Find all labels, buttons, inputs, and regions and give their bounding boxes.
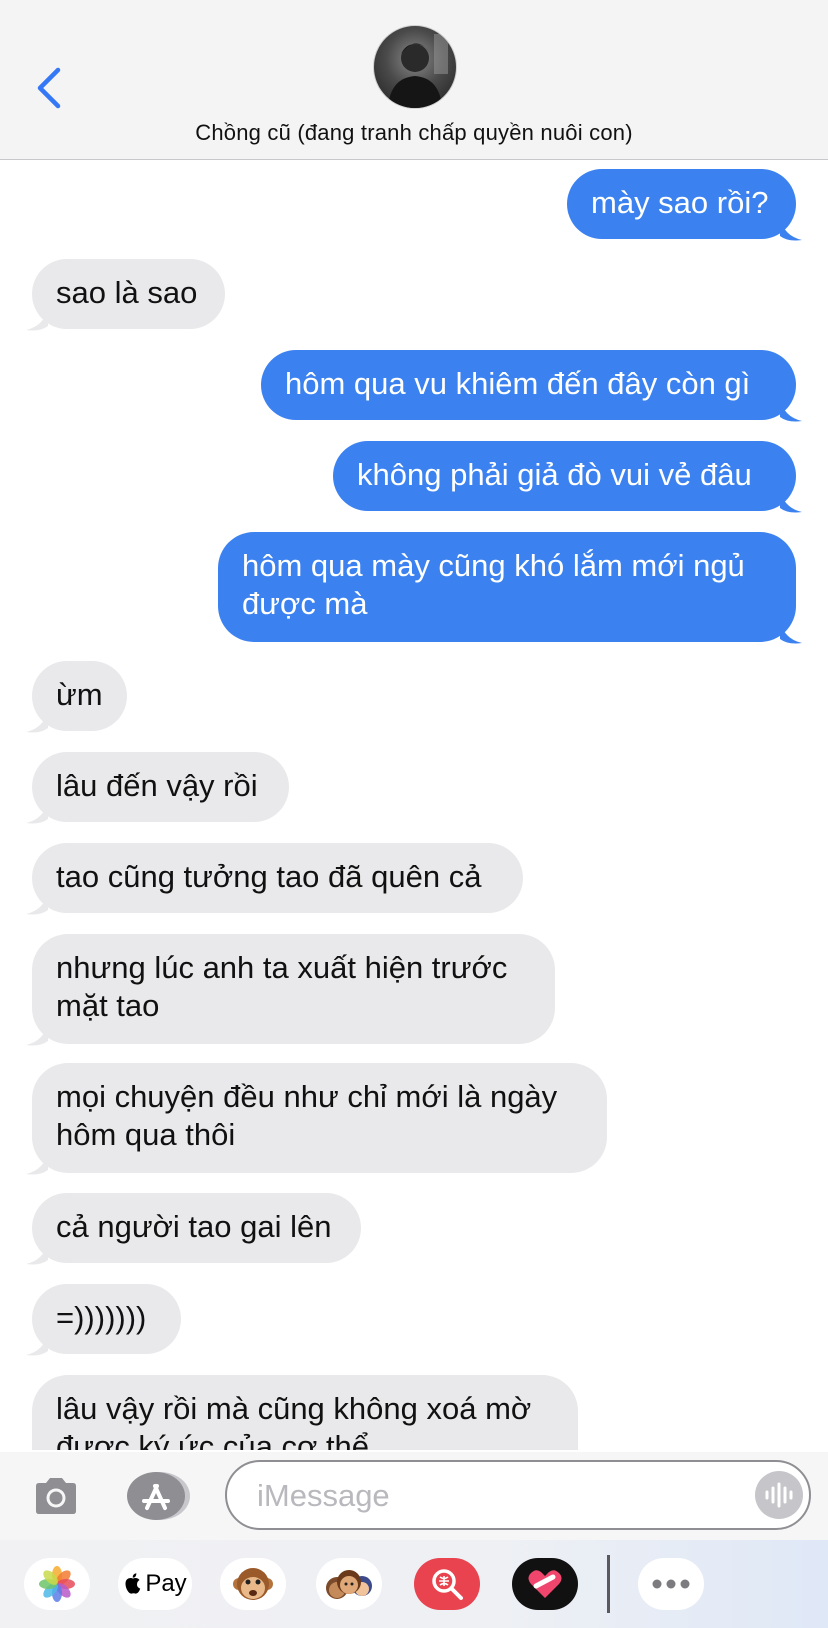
camera-icon (36, 1478, 76, 1514)
message-bubble-outgoing[interactable]: hôm qua vu khiêm đến đây còn gì (261, 350, 796, 420)
image-search-icon (432, 1569, 463, 1600)
message-text: không phải giả đò vui vẻ đâu (357, 457, 752, 492)
message-text: lâu đến vậy rồi (56, 768, 258, 803)
bubble-tail (26, 892, 48, 915)
apple-logo-icon (125, 1573, 141, 1594)
message-input-placeholder: iMessage (257, 1478, 390, 1513)
back-button[interactable] (30, 62, 66, 114)
message-text: =))))))) (56, 1300, 147, 1335)
apple-pay-button[interactable]: Pay (118, 1558, 192, 1610)
message-text-line: được ký ức của cơ thể (56, 1429, 370, 1450)
memoji-stickers-button[interactable] (316, 1558, 382, 1610)
image-search-button[interactable] (414, 1558, 480, 1610)
waveform-icon (765, 1482, 793, 1508)
message-bubble-outgoing[interactable]: mày sao rồi? (567, 169, 796, 239)
voice-message-button[interactable] (755, 1471, 803, 1519)
bubble-tail (26, 1242, 48, 1265)
message-bubble-incoming[interactable]: cả người tao gai lên (32, 1193, 361, 1263)
message-bubble-outgoing[interactable]: không phải giả đò vui vẻ đâu (333, 441, 796, 511)
bubble-tail (26, 710, 48, 733)
apple-pay-label: Pay (145, 1570, 187, 1597)
more-apps-button[interactable] (638, 1558, 704, 1610)
message-bubble-incoming[interactable]: lâu vậy rồi mà cũng không xoá mờ được ký… (32, 1375, 578, 1450)
message-bubble-incoming[interactable]: nhưng lúc anh ta xuất hiện trước mặt tao (32, 934, 555, 1044)
camera-button[interactable] (30, 1470, 82, 1522)
avatar-photo (388, 34, 448, 108)
bubble-tail (780, 621, 802, 644)
message-text-line: mọi chuyện đều như chỉ mới là ngày (56, 1079, 558, 1114)
monkey-memoji-icon (233, 1568, 273, 1600)
bubble-tail (780, 399, 802, 422)
message-text: tao cũng tưởng tao đã quên cả (56, 859, 482, 894)
message-text: mày sao rồi? (591, 185, 769, 220)
message-text-line: được mà (242, 586, 368, 621)
bubble-tail (780, 218, 802, 241)
bubble-tail (26, 308, 48, 331)
chevron-left-icon (37, 67, 61, 109)
contact-name[interactable]: Chồng cũ (đang tranh chấp quyền nuôi con… (0, 120, 828, 146)
conversation-header: Chồng cũ (đang tranh chấp quyền nuôi con… (0, 0, 828, 160)
heart-app-icon (528, 1570, 562, 1598)
message-bubble-incoming[interactable]: mọi chuyện đều như chỉ mới là ngày hôm q… (32, 1063, 607, 1173)
message-text-line: nhưng lúc anh ta xuất hiện trước (56, 950, 508, 985)
message-input[interactable]: iMessage (225, 1460, 811, 1530)
bubble-tail (26, 801, 48, 824)
message-text-line: mặt tao (56, 988, 160, 1023)
drawer-divider (607, 1555, 610, 1613)
bubble-tail (26, 1023, 48, 1046)
message-bubble-incoming[interactable]: tao cũng tưởng tao đã quên cả (32, 843, 523, 913)
message-text: cả người tao gai lên (56, 1209, 332, 1244)
message-text-line: hôm qua mày cũng khó lắm mới ngủ (242, 548, 745, 583)
photos-app-button[interactable] (24, 1558, 90, 1610)
message-text: hôm qua vu khiêm đến đây còn gì (285, 366, 751, 401)
memoji-stickers-icon (326, 1570, 372, 1599)
message-text-line: hôm qua thôi (56, 1117, 236, 1152)
bubble-tail (26, 1333, 48, 1356)
message-list[interactable]: mày sao rồi? sao là sao hôm qua vu khiêm… (0, 160, 828, 1450)
message-text-line: lâu vậy rồi mà cũng không xoá mờ (56, 1391, 532, 1426)
animoji-button[interactable] (220, 1558, 286, 1610)
bubble-tail (780, 490, 802, 513)
more-icon (652, 1579, 690, 1589)
message-bubble-incoming[interactable]: =))))))) (32, 1284, 181, 1354)
message-bubble-outgoing[interactable]: hôm qua mày cũng khó lắm mới ngủ được mà (218, 532, 796, 642)
photos-icon (39, 1566, 75, 1602)
message-text: sao là sao (56, 275, 198, 310)
message-bubble-incoming[interactable]: lâu đến vậy rồi (32, 752, 289, 822)
app-store-icon (127, 1472, 190, 1520)
message-text: ừm (56, 677, 103, 712)
contact-avatar[interactable] (373, 25, 457, 109)
digital-touch-button[interactable] (512, 1558, 578, 1610)
app-store-button[interactable] (125, 1468, 191, 1524)
bubble-tail (26, 1152, 48, 1175)
message-bubble-incoming[interactable]: sao là sao (32, 259, 225, 329)
